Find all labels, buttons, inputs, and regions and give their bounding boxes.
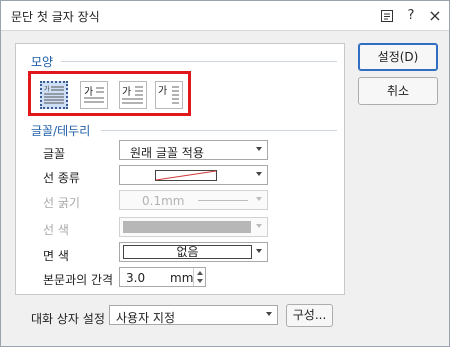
drop-cap-none-option[interactable]: 가 bbox=[40, 81, 68, 109]
spacing-value: 3.0 bbox=[126, 271, 146, 285]
help-button[interactable]: ? bbox=[401, 6, 421, 26]
chevron-down-icon bbox=[256, 249, 262, 253]
drop-cap-margin-option[interactable]: 가 bbox=[155, 81, 183, 109]
fill-color-select[interactable]: 없음 bbox=[119, 242, 268, 262]
ok-button[interactable]: 설정(D) bbox=[358, 43, 438, 71]
font-border-section-label: 글꼴/테두리 bbox=[31, 124, 91, 138]
shape-section-label: 모양 bbox=[31, 55, 54, 69]
chevron-down-icon bbox=[256, 197, 262, 201]
fill-color-label: 면 색 bbox=[43, 249, 69, 263]
spacing-label: 본문과의 간격 bbox=[43, 273, 114, 287]
cancel-button[interactable]: 취소 bbox=[358, 77, 438, 105]
dialog-setting-select[interactable]: 사용자 지정 bbox=[109, 305, 278, 325]
dialog-title: 문단 첫 글자 장식 bbox=[11, 10, 100, 24]
drop-cap-2lines-icon: 가 bbox=[84, 86, 104, 103]
spacing-stepper[interactable]: 3.0 mm bbox=[119, 267, 206, 287]
svg-text:가: 가 bbox=[122, 86, 131, 98]
chevron-down-icon bbox=[266, 312, 272, 316]
line-width-select[interactable]: 0.1mm bbox=[119, 190, 268, 210]
svg-text:가: 가 bbox=[158, 85, 167, 97]
font-select[interactable]: 원래 글꼴 적용 bbox=[119, 140, 268, 160]
svg-text:가: 가 bbox=[84, 86, 93, 98]
line-type-label: 선 종류 bbox=[43, 171, 80, 185]
chevron-down-icon bbox=[256, 147, 262, 151]
line-color-select[interactable] bbox=[119, 217, 268, 237]
line-width-value: 0.1mm bbox=[142, 194, 185, 208]
line-width-sample bbox=[198, 200, 248, 201]
line-type-sample-icon bbox=[155, 170, 217, 181]
shape-options-group: 가 가 가 가 bbox=[28, 71, 191, 116]
drop-cap-dialog: 문단 첫 글자 장식 ? × 모양 가 가 가 가 글꼴/테두리 글꼴 원래 글… bbox=[0, 0, 450, 347]
drop-cap-3lines-icon: 가 bbox=[122, 86, 143, 104]
chevron-down-icon bbox=[256, 172, 262, 176]
dialog-setting-label: 대화 상자 설정 bbox=[31, 312, 105, 326]
drop-cap-2lines-option[interactable]: 가 bbox=[80, 81, 108, 109]
shape-separator bbox=[61, 61, 337, 62]
svg-text:가: 가 bbox=[44, 85, 50, 93]
close-button[interactable]: × bbox=[425, 6, 445, 26]
spacing-spin-buttons[interactable] bbox=[193, 268, 205, 286]
drop-cap-3lines-option[interactable]: 가 bbox=[119, 81, 147, 109]
spacing-unit: mm bbox=[170, 271, 194, 285]
drop-cap-margin-icon: 가 bbox=[158, 85, 179, 104]
line-color-swatch bbox=[123, 221, 251, 233]
fill-color-value: 없음 bbox=[123, 245, 252, 259]
dialog-menu-icon[interactable] bbox=[377, 6, 397, 26]
spin-up-icon bbox=[197, 271, 203, 275]
line-type-select[interactable] bbox=[119, 165, 268, 185]
title-bar: 문단 첫 글자 장식 ? × bbox=[1, 1, 449, 31]
chevron-down-icon bbox=[256, 224, 262, 228]
dialog-setting-value: 사용자 지정 bbox=[116, 311, 176, 325]
spin-down-icon bbox=[197, 279, 203, 283]
font-border-separator bbox=[101, 130, 337, 131]
drop-cap-none-icon: 가 bbox=[44, 85, 64, 104]
line-width-label: 선 굵기 bbox=[43, 196, 80, 210]
configure-button[interactable]: 구성... bbox=[286, 304, 333, 327]
font-label: 글꼴 bbox=[43, 147, 66, 161]
font-select-value: 원래 글꼴 적용 bbox=[130, 146, 204, 160]
line-color-label: 선 색 bbox=[43, 223, 69, 237]
